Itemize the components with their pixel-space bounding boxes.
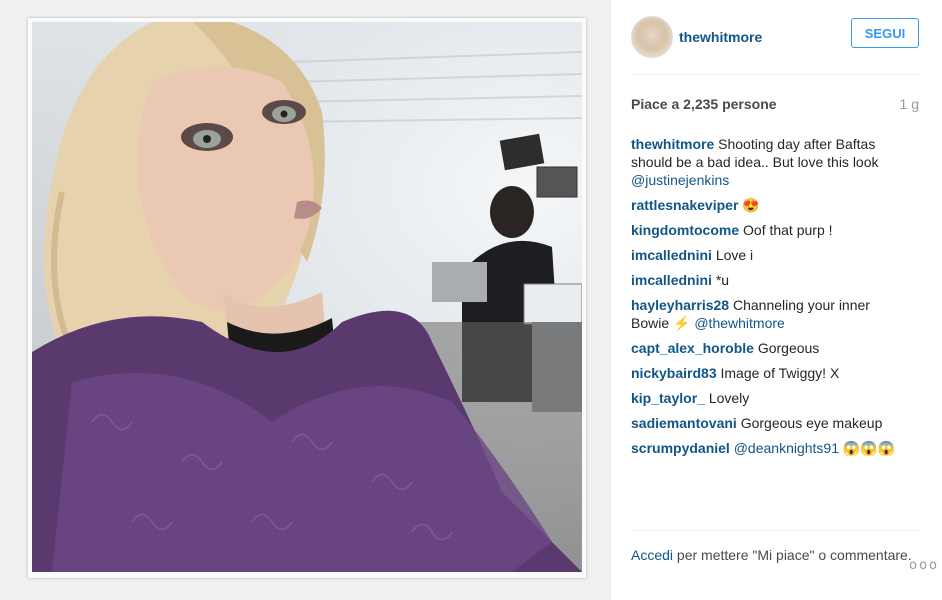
photo-panel	[0, 0, 610, 600]
post-sidebar: thewhitmore SEGUI Piace a 2,235 persone …	[610, 0, 942, 600]
comment-item: imcallednini Love i	[631, 246, 911, 264]
comment-username[interactable]: nickybaird83	[631, 365, 717, 381]
comment-text: *u	[715, 272, 730, 288]
comment-item: kingdomtocome Oof that purp !	[631, 221, 911, 239]
comment-username[interactable]: imcallednini	[631, 247, 712, 263]
comment-text: 😍	[742, 197, 760, 213]
comment-item: rattlesnakeviper 😍	[631, 196, 911, 214]
comment-text: Gorgeous eye makeup	[740, 415, 883, 431]
comment-item: imcallednini *u	[631, 271, 911, 289]
post-header: thewhitmore SEGUI	[631, 14, 919, 58]
comment-text: Image of Twiggy! X	[720, 365, 840, 381]
comment-text: Lovely	[708, 390, 750, 406]
login-prompt: Accedi per mettere "Mi piace" o commenta…	[631, 546, 919, 564]
comment-item: kip_taylor_ Lovely	[631, 389, 911, 407]
comment-username[interactable]: scrumpydaniel	[631, 440, 730, 456]
comment-item: nickybaird83 Image of Twiggy! X	[631, 364, 911, 382]
comment-mention[interactable]: @deanknights91	[734, 440, 839, 456]
comment-username[interactable]: capt_alex_horoble	[631, 340, 754, 356]
login-link[interactable]: Accedi	[631, 547, 673, 563]
comment-username[interactable]: kingdomtocome	[631, 222, 739, 238]
photo-frame	[28, 18, 586, 578]
post-timestamp: 1 g	[899, 96, 919, 112]
comment-item: capt_alex_horoble Gorgeous	[631, 339, 911, 357]
follow-button[interactable]: SEGUI	[851, 18, 919, 48]
comment-text: Oof that purp !	[743, 222, 833, 238]
comment-username[interactable]: imcallednini	[631, 272, 712, 288]
post-photo[interactable]	[32, 22, 582, 572]
likes-count[interactable]: Piace a 2,235 persone	[631, 96, 777, 112]
comment-text: 😱😱😱	[842, 440, 896, 456]
login-prompt-text: per mettere "Mi piace" o commentare.	[676, 547, 912, 563]
avatar[interactable]	[631, 16, 673, 58]
photo-illustration	[32, 22, 582, 572]
comment-item: hayleyharris28 Channeling your inner Bow…	[631, 296, 911, 332]
comment-item: scrumpydaniel @deanknights91 😱😱😱	[631, 439, 911, 457]
comment-username[interactable]: hayleyharris28	[631, 297, 729, 313]
footer-divider	[631, 530, 919, 531]
comment-username[interactable]: sadiemantovani	[631, 415, 737, 431]
comments-list: thewhitmore Shooting day after Baftas sh…	[631, 135, 911, 464]
comment-text: Gorgeous	[757, 340, 820, 356]
comment-mention[interactable]: @justinejenkins	[631, 172, 729, 188]
comment-item: sadiemantovani Gorgeous eye makeup	[631, 414, 911, 432]
comment-username[interactable]: kip_taylor_	[631, 390, 705, 406]
more-options-button[interactable]: ooo	[909, 558, 939, 573]
comment-username[interactable]: rattlesnakeviper	[631, 197, 738, 213]
username-link[interactable]: thewhitmore	[679, 29, 762, 45]
likes-row: Piace a 2,235 persone 1 g	[631, 96, 919, 116]
comment-mention[interactable]: @thewhitmore	[694, 315, 784, 331]
header-divider	[631, 74, 919, 75]
comment-item: thewhitmore Shooting day after Baftas sh…	[631, 135, 911, 189]
comment-text: Love i	[715, 247, 754, 263]
comment-username[interactable]: thewhitmore	[631, 136, 714, 152]
